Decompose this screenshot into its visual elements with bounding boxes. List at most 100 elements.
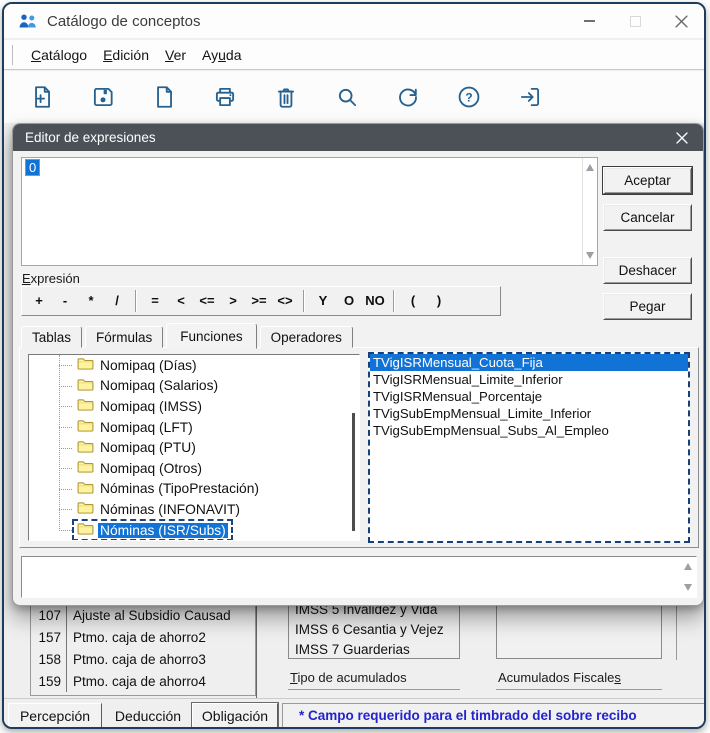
help-icon[interactable]: ? [455, 83, 483, 111]
function-item-tvigsubempmensual-limite-inferior[interactable]: TVigSubEmpMensual_Limite_Inferior [370, 405, 688, 422]
menu-grip-handle[interactable] [12, 45, 15, 65]
function-browser-panel: Nomipaq (Días)Nomipaq (Salarios)Nomipaq … [19, 347, 699, 548]
dialog-close-icon[interactable] [673, 129, 691, 147]
accumulated-types-list[interactable]: IMSS 5 Invalidez y VidaIMSS 6 Cesantia y… [288, 600, 460, 659]
tree-item-nomipaq-salarios[interactable]: Nomipaq (Salarios) [29, 376, 359, 397]
folder-icon [77, 357, 94, 373]
function-item-tvigisrmensual-cuota-fija[interactable]: TVigISRMensual_Cuota_Fija [370, 354, 688, 371]
scroll-down-icon[interactable] [586, 252, 594, 259]
menu-item-catalogo[interactable]: Catálogo [23, 43, 95, 67]
tree-item-content: Nomipaq (LFT) [75, 419, 197, 435]
folder-icon [77, 460, 94, 476]
operator-and-button[interactable]: Y [310, 289, 336, 313]
table-row[interactable]: 159Ptmo. caja de ahorro4 [31, 670, 255, 692]
bottom-bar-divider [4, 698, 704, 699]
tab-formulas[interactable]: Fórmulas [85, 326, 163, 348]
tree-scrollbar-thumb[interactable] [352, 413, 355, 531]
new-document-icon[interactable] [28, 83, 56, 111]
table-row[interactable]: 158Ptmo. caja de ahorro3 [31, 648, 255, 670]
menu-item-ver[interactable]: Ver [157, 43, 194, 67]
operator-group: YONO [310, 289, 388, 313]
function-item-tvigisrmensual-porcentaje[interactable]: TVigISRMensual_Porcentaje [370, 388, 688, 405]
operator-divide-button[interactable]: / [104, 289, 130, 313]
accept-button[interactable]: Aceptar [603, 167, 692, 194]
maximize-button[interactable] [612, 4, 658, 38]
tree-item-nomipaq-otros[interactable]: Nomipaq (Otros) [29, 458, 359, 479]
cancel-button[interactable]: Cancelar [603, 204, 692, 231]
exit-icon[interactable] [516, 83, 544, 111]
save-icon[interactable] [89, 83, 117, 111]
function-item-tvigsubempmensual-subs-al-empleo[interactable]: TVigSubEmpMensual_Subs_Al_Empleo [370, 422, 688, 439]
tree-item-content: Nomipaq (Otros) [75, 460, 206, 476]
tree-item-nomipaq-lft[interactable]: Nomipaq (LFT) [29, 417, 359, 438]
concept-name-cell: Ptmo. caja de ahorro2 [67, 630, 206, 645]
operator-minus-button[interactable]: - [52, 289, 78, 313]
delete-icon[interactable] [272, 83, 300, 111]
operator-group: +-*/ [26, 289, 130, 313]
table-row[interactable]: 157Ptmo. caja de ahorro2 [31, 626, 255, 648]
scroll-up-icon[interactable] [586, 164, 594, 171]
svg-text:?: ? [465, 90, 472, 104]
operator-less-equal-button[interactable]: <= [194, 289, 220, 313]
tree-item-label: Nomipaq (PTU) [98, 440, 198, 455]
blank-document-icon[interactable] [150, 83, 178, 111]
window-titlebar: Catálogo de conceptos [4, 4, 704, 38]
operator-group: =<<=>>=<> [142, 289, 298, 313]
function-list[interactable]: TVigISRMensual_Cuota_FijaTVigISRMensual_… [368, 352, 690, 543]
operator-group-separator [303, 290, 305, 312]
tab-obligacion[interactable]: Obligación [192, 703, 278, 729]
undo-button[interactable]: Deshacer [603, 257, 692, 284]
panel-divider [676, 600, 677, 660]
paste-button[interactable]: Pegar [603, 293, 692, 320]
tab-tablas[interactable]: Tablas [21, 326, 82, 348]
operator-not-equal-button[interactable]: <> [272, 289, 298, 313]
tab-funciones[interactable]: Funciones [166, 323, 256, 349]
scroll-up-icon[interactable] [684, 563, 692, 570]
folder-icon [77, 398, 94, 414]
list-item[interactable]: IMSS 7 Guarderias [289, 640, 459, 659]
list-item[interactable]: IMSS 6 Cesantia y Vejez [289, 620, 459, 640]
operator-multiply-button[interactable]: * [78, 289, 104, 313]
operator-or-button[interactable]: O [336, 289, 362, 313]
tree-item-nomipaq-ptu[interactable]: Nomipaq (PTU) [29, 437, 359, 458]
operator-greater-than-button[interactable]: > [220, 289, 246, 313]
undo-icon[interactable] [394, 83, 422, 111]
minimize-button[interactable] [566, 4, 612, 38]
operator-plus-button[interactable]: + [26, 289, 52, 313]
tree-item-content: Nomipaq (Días) [75, 357, 201, 373]
tree-item-nominas-isr-subs[interactable]: Nóminas (ISR/Subs) [29, 520, 359, 541]
search-icon[interactable] [333, 83, 361, 111]
tree-item-nominas-tipoprestacion[interactable]: Nóminas (TipoPrestación) [29, 479, 359, 500]
operator-greater-equal-button[interactable]: >= [246, 289, 272, 313]
menu-item-ayuda[interactable]: Ayuda [194, 43, 249, 67]
operator-equals-button[interactable]: = [142, 289, 168, 313]
tab-deduccion[interactable]: Deducción [106, 703, 190, 729]
category-tree[interactable]: Nomipaq (Días)Nomipaq (Salarios)Nomipaq … [28, 354, 360, 541]
operator-open-paren-button[interactable]: ( [400, 289, 426, 313]
tab-operadores[interactable]: Operadores [260, 326, 353, 348]
operator-close-paren-button[interactable]: ) [426, 289, 452, 313]
tree-item-nomipaq-imss[interactable]: Nomipaq (IMSS) [29, 396, 359, 417]
accumulated-types-underline [288, 689, 460, 690]
operator-not-button[interactable]: NO [362, 289, 388, 313]
fiscal-accumulated-list[interactable] [496, 600, 662, 659]
scroll-down-icon[interactable] [684, 584, 692, 591]
expression-scrollbar[interactable] [582, 158, 597, 265]
operator-group-separator [393, 290, 395, 312]
description-scrollbar[interactable] [681, 557, 696, 597]
description-area[interactable] [21, 556, 697, 598]
panel-divider [256, 604, 257, 699]
operator-less-than-button[interactable]: < [168, 289, 194, 313]
folder-icon [77, 440, 94, 456]
tree-item-nomipaq-dias[interactable]: Nomipaq (Días) [29, 355, 359, 376]
tree-item-nominas-infonavit[interactable]: Nóminas (INFONAVIT) [29, 499, 359, 520]
close-button[interactable] [658, 4, 704, 38]
menu-item-edicion[interactable]: Edición [95, 43, 157, 67]
expression-input[interactable]: 0 [21, 157, 598, 266]
table-row[interactable]: 107Ajuste al Subsidio Causad [31, 604, 255, 626]
print-icon[interactable] [211, 83, 239, 111]
function-item-tvigisrmensual-limite-inferior[interactable]: TVigISRMensual_Limite_Inferior [370, 371, 688, 388]
concepts-table[interactable]: 107Ajuste al Subsidio Causad157Ptmo. caj… [30, 604, 256, 696]
concept-number-cell: 107 [31, 604, 67, 626]
tab-percepcion[interactable]: Percepción [8, 703, 102, 729]
